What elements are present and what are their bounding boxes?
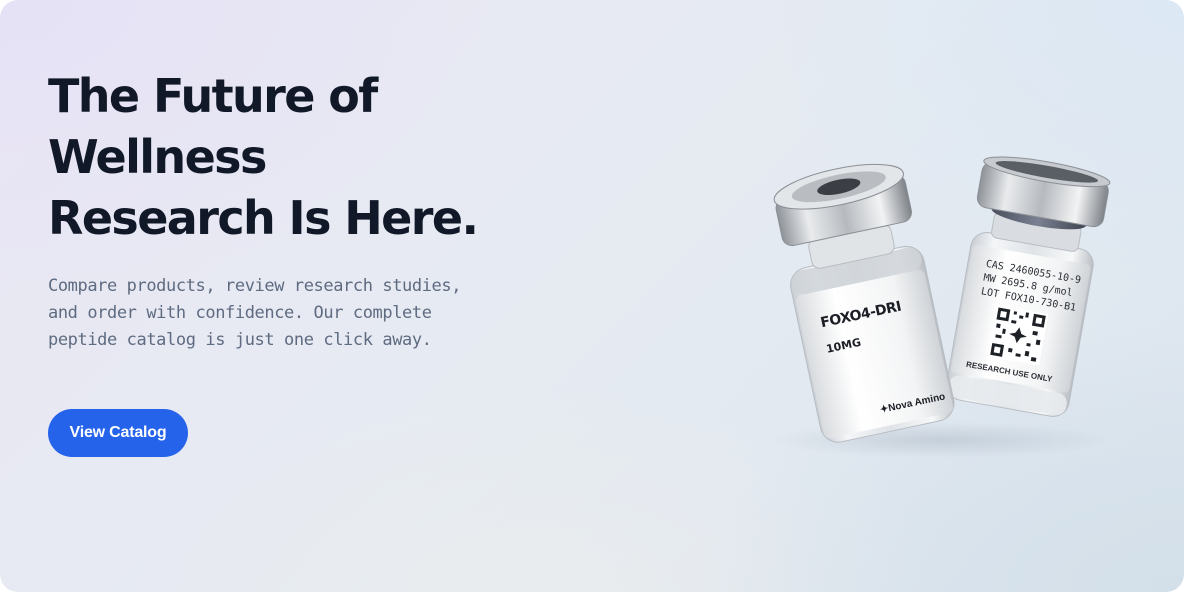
back-vial: CAS 2460055-10-9 MW 2695.8 g/mol LOT FOX… <box>946 156 1111 417</box>
hero-copy: The Future of Wellness Research Is Here.… <box>48 66 568 354</box>
description-line: Compare products, review research studie… <box>48 276 462 296</box>
hero-description: Compare products, review research studie… <box>48 273 518 354</box>
headline-line: Wellness <box>48 130 267 184</box>
hero-headline: The Future of Wellness Research Is Here. <box>48 66 568 249</box>
view-catalog-button[interactable]: View Catalog <box>48 409 188 457</box>
qr-code-icon <box>987 305 1049 366</box>
description-line: and order with confidence. Our complete <box>48 303 432 323</box>
headline-line: The Future of <box>48 69 378 123</box>
headline-line: Research Is Here. <box>48 191 479 245</box>
description-line: peptide catalog is just one click away. <box>48 330 432 350</box>
front-vial: FOXO4-DRI 10MG ✦Nova Amino <box>773 163 955 443</box>
hero-section: The Future of Wellness Research Is Here.… <box>0 0 1184 592</box>
product-image: CAS 2460055-10-9 MW 2695.8 g/mol LOT FOX… <box>740 140 1140 460</box>
